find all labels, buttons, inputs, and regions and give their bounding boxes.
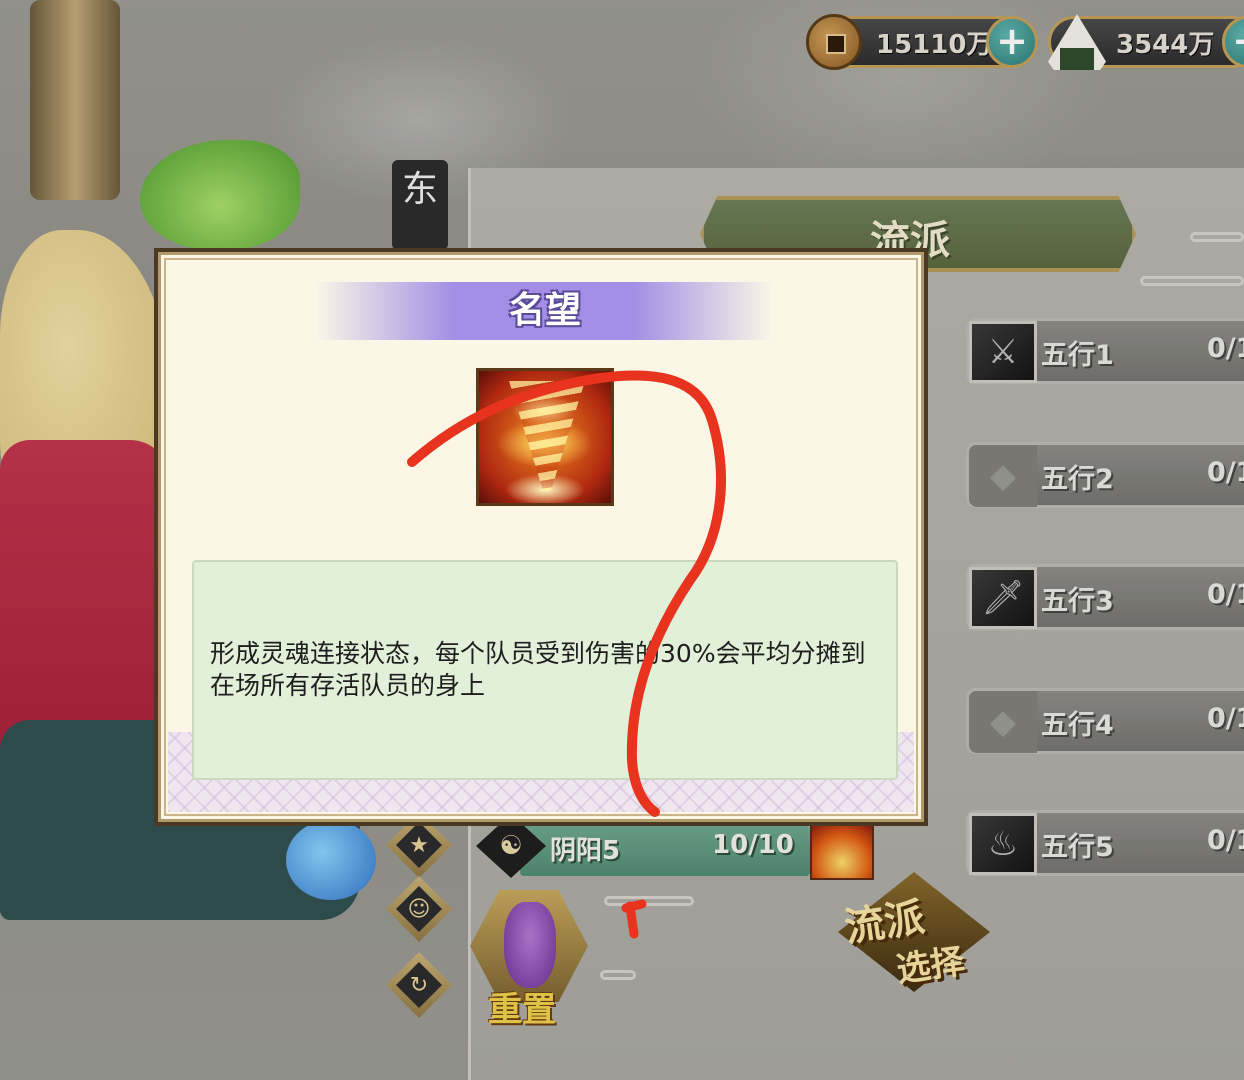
description-box: 形成灵魂连接状态，每个队员受到伤害的30%会平均分摊到在场所有存活队员的身上 (192, 560, 898, 780)
skill-detail-modal: 名望 形成灵魂连接状态，每个队员受到伤害的30%会平均分摊到在场所有存活队员的身… (154, 248, 928, 826)
fire-tornado-icon (476, 368, 614, 506)
modal-title: 名望 (508, 290, 581, 331)
skill-description: 形成灵魂连接状态，每个队员受到伤害的30%会平均分摊到在场所有存活队员的身上 (210, 639, 866, 700)
